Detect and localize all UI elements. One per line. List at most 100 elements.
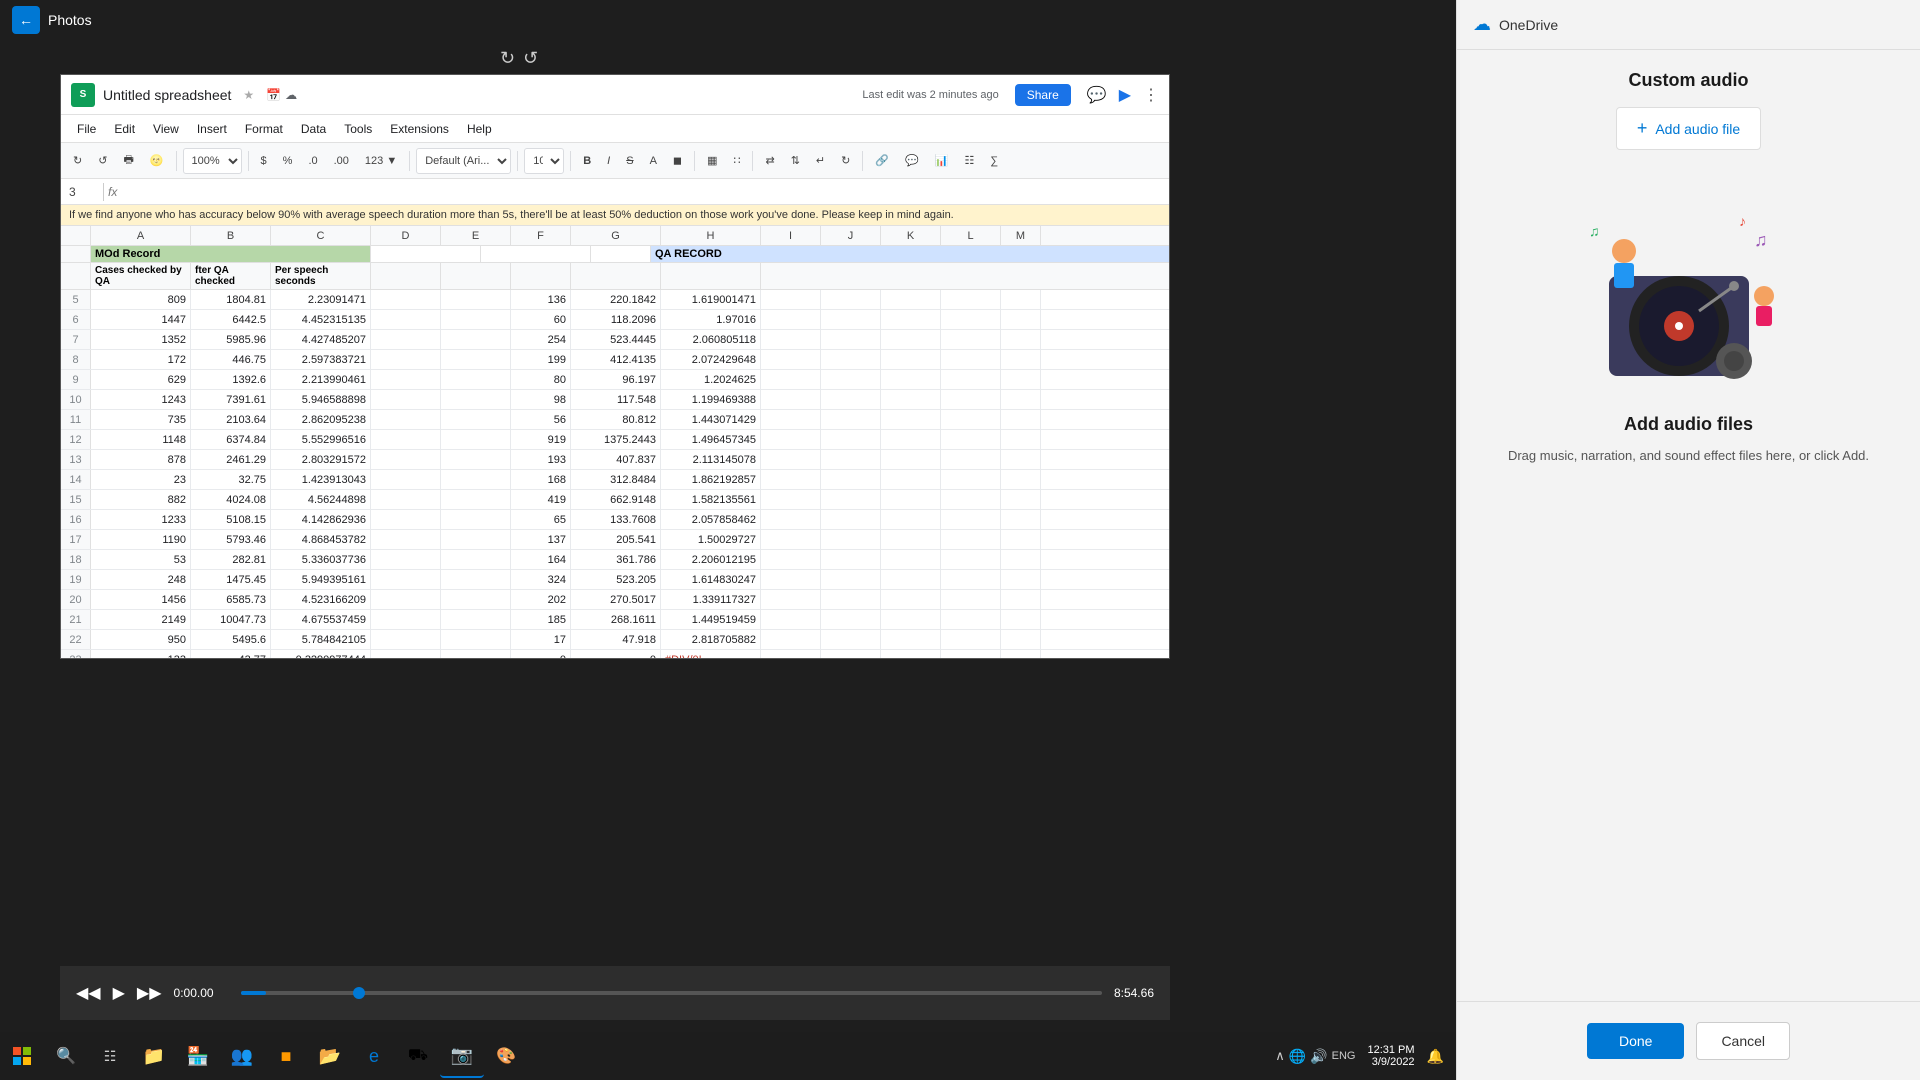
table-cell[interactable]: [821, 510, 881, 529]
table-cell[interactable]: [821, 610, 881, 629]
table-cell[interactable]: [941, 550, 1001, 569]
formula-input[interactable]: [121, 185, 1161, 199]
table-cell[interactable]: [941, 310, 1001, 329]
table-cell[interactable]: [941, 610, 1001, 629]
toolbar-merge[interactable]: ∷: [727, 148, 746, 174]
taskbar-notification-icon[interactable]: 🔔: [1427, 1048, 1444, 1065]
table-cell[interactable]: [941, 430, 1001, 449]
table-cell[interactable]: 2149: [91, 610, 191, 629]
table-cell[interactable]: [1001, 390, 1041, 409]
table-cell[interactable]: 735: [91, 410, 191, 429]
table-cell[interactable]: 1.443071429: [661, 410, 761, 429]
table-cell[interactable]: 60: [511, 310, 571, 329]
table-cell[interactable]: 185: [511, 610, 571, 629]
col-header-f[interactable]: F: [511, 226, 571, 245]
toolbar-fillcolor[interactable]: ◼: [667, 148, 688, 174]
play-button[interactable]: ▶: [113, 983, 125, 1003]
table-cell[interactable]: [1001, 430, 1041, 449]
table-cell[interactable]: [821, 350, 881, 369]
table-cell[interactable]: [441, 550, 511, 569]
table-cell[interactable]: [761, 310, 821, 329]
table-cell[interactable]: [941, 590, 1001, 609]
table-cell[interactable]: 137: [511, 530, 571, 549]
table-cell[interactable]: 133: [91, 650, 191, 659]
menu-file[interactable]: File: [69, 118, 104, 140]
table-cell[interactable]: 4024.08: [191, 490, 271, 509]
table-cell[interactable]: [371, 510, 441, 529]
menu-extensions[interactable]: Extensions: [382, 118, 457, 140]
undo-button[interactable]: ↻: [500, 48, 515, 69]
table-cell[interactable]: 5.949395161: [271, 570, 371, 589]
table-cell[interactable]: [441, 490, 511, 509]
table-cell[interactable]: [371, 370, 441, 389]
table-cell[interactable]: [821, 650, 881, 659]
table-cell[interactable]: [441, 530, 511, 549]
table-cell[interactable]: [441, 350, 511, 369]
menu-help[interactable]: Help: [459, 118, 500, 140]
table-cell[interactable]: [881, 410, 941, 429]
table-cell[interactable]: 202: [511, 590, 571, 609]
table-cell[interactable]: 6442.5: [191, 310, 271, 329]
menu-data[interactable]: Data: [293, 118, 334, 140]
table-cell[interactable]: [1001, 330, 1041, 349]
table-cell[interactable]: 270.5017: [571, 590, 661, 609]
table-cell[interactable]: [1001, 290, 1041, 309]
toolbar-chart[interactable]: 📊: [929, 148, 955, 174]
table-cell[interactable]: [761, 470, 821, 489]
toolbar-undo[interactable]: ↻: [67, 148, 88, 174]
table-cell[interactable]: 0: [571, 650, 661, 659]
table-cell[interactable]: 193: [511, 450, 571, 469]
table-cell[interactable]: [1001, 450, 1041, 469]
table-cell[interactable]: [941, 410, 1001, 429]
toolbar-italic[interactable]: I: [601, 148, 616, 174]
table-cell[interactable]: 43.77: [191, 650, 271, 659]
table-cell[interactable]: [761, 550, 821, 569]
toolbar-percent[interactable]: %: [277, 148, 299, 174]
table-cell[interactable]: 2.597383721: [271, 350, 371, 369]
taskbar-paint-button[interactable]: 🎨: [484, 1034, 528, 1078]
taskbar-clock[interactable]: 12:31 PM 3/9/2022: [1359, 1044, 1422, 1068]
table-cell[interactable]: 4.427485207: [271, 330, 371, 349]
table-cell[interactable]: [371, 590, 441, 609]
toolbar-comment[interactable]: 💬: [899, 148, 925, 174]
toolbar-borders[interactable]: ▦: [701, 148, 723, 174]
gs-star-icon[interactable]: ★: [243, 88, 254, 102]
table-cell[interactable]: 1.97016: [661, 310, 761, 329]
table-cell[interactable]: [1001, 590, 1041, 609]
toolbar-paintformat[interactable]: 🌝: [144, 148, 170, 174]
table-cell[interactable]: 1804.81: [191, 290, 271, 309]
menu-insert[interactable]: Insert: [189, 118, 235, 140]
table-cell[interactable]: 4.142862936: [271, 510, 371, 529]
table-cell[interactable]: 1352: [91, 330, 191, 349]
table-cell[interactable]: 1447: [91, 310, 191, 329]
table-cell[interactable]: 220.1842: [571, 290, 661, 309]
table-cell[interactable]: [821, 450, 881, 469]
menu-format[interactable]: Format: [237, 118, 291, 140]
table-cell[interactable]: [941, 510, 1001, 529]
table-cell[interactable]: [1001, 490, 1041, 509]
table-cell[interactable]: 0: [511, 650, 571, 659]
cell-reference[interactable]: 3: [69, 185, 99, 199]
table-cell[interactable]: [941, 570, 1001, 589]
table-cell[interactable]: 5.784842105: [271, 630, 371, 649]
table-cell[interactable]: 4.523166209: [271, 590, 371, 609]
col-header-m[interactable]: M: [1001, 226, 1041, 245]
table-cell[interactable]: [441, 430, 511, 449]
table-cell[interactable]: [441, 310, 511, 329]
table-cell[interactable]: [941, 490, 1001, 509]
table-cell[interactable]: [821, 550, 881, 569]
table-cell[interactable]: 136: [511, 290, 571, 309]
cancel-button[interactable]: Cancel: [1696, 1022, 1790, 1060]
table-cell[interactable]: [941, 630, 1001, 649]
table-cell[interactable]: [881, 290, 941, 309]
taskbar-chevron-icon[interactable]: ∧: [1275, 1048, 1285, 1064]
table-cell[interactable]: [441, 410, 511, 429]
table-cell[interactable]: 1190: [91, 530, 191, 549]
table-cell[interactable]: [1001, 510, 1041, 529]
table-cell[interactable]: [441, 330, 511, 349]
toolbar-number-format[interactable]: 123 ▼: [359, 148, 403, 174]
table-cell[interactable]: [881, 650, 941, 659]
table-cell[interactable]: 2.113145078: [661, 450, 761, 469]
table-cell[interactable]: 5.946588898: [271, 390, 371, 409]
table-cell[interactable]: [941, 370, 1001, 389]
